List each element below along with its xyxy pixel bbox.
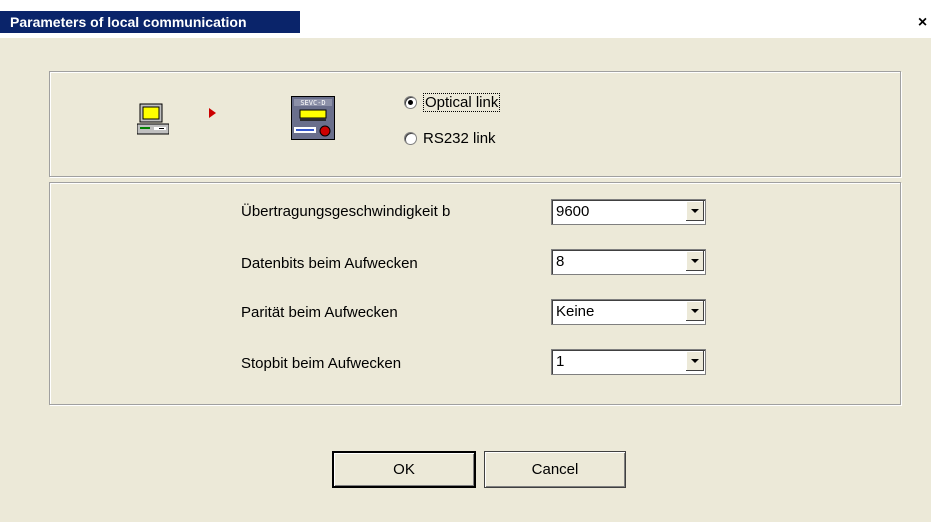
radio-rs232-link[interactable]: RS232 link <box>404 130 496 147</box>
close-icon[interactable]: × <box>914 15 931 32</box>
data-bits-label: Datenbits beim Aufwecken <box>241 255 418 272</box>
baud-rate-value: 9600 <box>556 203 590 220</box>
sevc-device-icon: SEVC-D <box>291 96 335 140</box>
data-bits-value: 8 <box>556 253 565 270</box>
link-type-group <box>49 71 901 177</box>
radio-optical-link-label: Optical link <box>423 93 501 112</box>
stop-bit-value: 1 <box>556 353 565 370</box>
cancel-button[interactable]: Cancel <box>484 451 626 488</box>
radio-button-unselected[interactable] <box>404 132 417 145</box>
parity-label: Parität beim Aufwecken <box>241 304 398 321</box>
title-bar[interactable]: Parameters of local communication × <box>0 0 931 38</box>
chevron-down-icon[interactable] <box>685 301 704 321</box>
computer-icon <box>137 103 169 135</box>
dialog-window: Parameters of local communication × SEVC… <box>0 0 931 522</box>
chevron-down-icon[interactable] <box>685 201 704 221</box>
device-label: SEVC-D <box>300 99 325 107</box>
baud-rate-label: Übertragungsgeschwindigkeit b <box>241 203 451 220</box>
parity-select[interactable]: Keine <box>551 299 706 325</box>
radio-button-selected[interactable] <box>404 96 417 109</box>
stop-bit-select[interactable]: 1 <box>551 349 706 375</box>
arrow-right-icon <box>209 108 216 118</box>
radio-rs232-link-label: RS232 link <box>423 130 496 147</box>
parity-value: Keine <box>556 303 595 320</box>
chevron-down-icon[interactable] <box>685 351 704 371</box>
stop-bit-label: Stopbit beim Aufwecken <box>241 355 402 372</box>
chevron-down-icon[interactable] <box>685 251 704 271</box>
window-title: Parameters of local communication <box>10 11 251 33</box>
data-bits-select[interactable]: 8 <box>551 249 706 275</box>
baud-rate-select[interactable]: 9600 <box>551 199 706 225</box>
radio-optical-link[interactable]: Optical link <box>404 93 501 112</box>
ok-button[interactable]: OK <box>332 451 476 488</box>
